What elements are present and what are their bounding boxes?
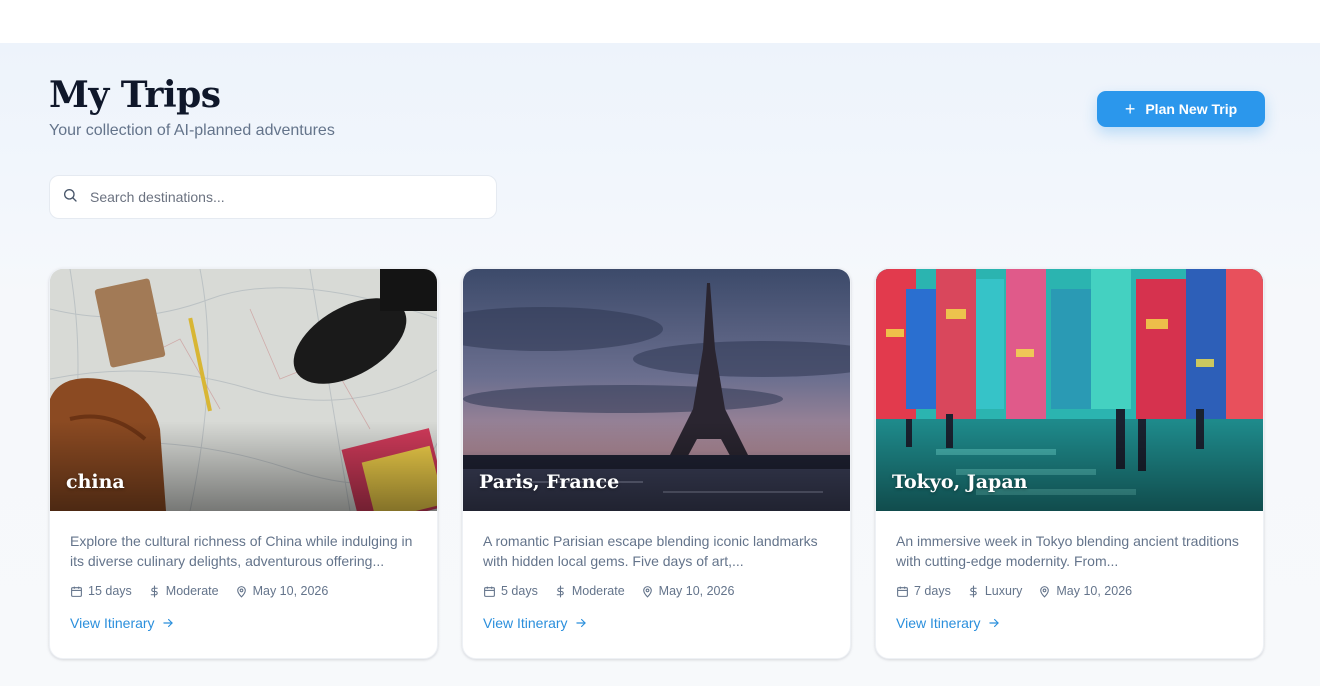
map-pin-icon bbox=[236, 585, 246, 598]
trip-cover-image: Paris, France bbox=[463, 269, 850, 511]
trip-duration: 15 days bbox=[70, 584, 132, 598]
map-pin-icon bbox=[642, 585, 652, 598]
calendar-icon bbox=[71, 586, 82, 597]
plan-new-trip-label: Plan New Trip bbox=[1145, 101, 1238, 117]
trip-date-text: May 10, 2026 bbox=[1056, 584, 1133, 598]
view-itinerary-label: View Itinerary bbox=[70, 615, 155, 631]
arrow-right-icon bbox=[162, 618, 173, 628]
dollar-icon bbox=[969, 585, 977, 597]
search-icon bbox=[62, 187, 78, 208]
trip-meta: 5 days Moderate May 10, 2026 bbox=[483, 584, 830, 598]
top-bar bbox=[0, 0, 1320, 43]
trip-duration-text: 7 days bbox=[914, 584, 951, 598]
arrow-right-icon bbox=[575, 618, 586, 628]
map-pin-icon bbox=[1040, 585, 1050, 598]
dollar-icon bbox=[150, 585, 158, 597]
trip-duration-text: 5 days bbox=[501, 584, 538, 598]
calendar-icon bbox=[897, 586, 908, 597]
trip-budget: Moderate bbox=[554, 584, 625, 598]
trip-card[interactable]: china Explore the cultural richness of C… bbox=[49, 268, 438, 659]
plus-icon: + bbox=[1124, 99, 1136, 119]
page-subtitle: Your collection of AI-planned adventures bbox=[49, 122, 335, 139]
trip-cover-image: china bbox=[50, 269, 437, 511]
view-itinerary-link[interactable]: View Itinerary bbox=[896, 615, 1001, 631]
arrow-right-icon bbox=[988, 618, 999, 628]
trip-duration: 5 days bbox=[483, 584, 538, 598]
trip-date-text: May 10, 2026 bbox=[252, 584, 329, 598]
trip-cover-image: Tokyo, Japan bbox=[876, 269, 1263, 511]
trip-description: An immersive week in Tokyo blending anci… bbox=[896, 533, 1239, 569]
trip-budget-text: Moderate bbox=[165, 584, 219, 598]
view-itinerary-link[interactable]: View Itinerary bbox=[70, 615, 175, 631]
trip-date-text: May 10, 2026 bbox=[658, 584, 735, 598]
trip-budget-text: Moderate bbox=[571, 584, 625, 598]
trip-card[interactable]: Paris, France A romantic Parisian escape… bbox=[462, 268, 851, 659]
plan-new-trip-button[interactable]: + Plan New Trip bbox=[1097, 91, 1265, 127]
trip-meta: 7 days Luxury May 10, 2026 bbox=[896, 584, 1243, 598]
search-box bbox=[49, 175, 497, 219]
calendar-icon bbox=[484, 586, 495, 597]
trip-description: A romantic Parisian escape blending icon… bbox=[483, 533, 818, 569]
trip-meta: 15 days Moderate May 10, 2026 bbox=[70, 584, 417, 598]
trip-description: Explore the cultural richness of China w… bbox=[70, 533, 413, 569]
trip-destination: Tokyo, Japan bbox=[892, 471, 1028, 493]
trip-date: May 10, 2026 bbox=[641, 584, 735, 598]
trip-card[interactable]: Tokyo, Japan An immersive week in Tokyo … bbox=[875, 268, 1264, 659]
view-itinerary-label: View Itinerary bbox=[483, 615, 568, 631]
main-content: My Trips Your collection of AI-planned a… bbox=[0, 43, 1320, 686]
trip-duration-text: 15 days bbox=[88, 584, 132, 598]
trip-budget: Luxury bbox=[967, 584, 1023, 598]
view-itinerary-label: View Itinerary bbox=[896, 615, 981, 631]
trip-budget: Moderate bbox=[148, 584, 219, 598]
search-input[interactable] bbox=[90, 189, 470, 205]
trip-destination: china bbox=[66, 471, 125, 493]
trip-duration: 7 days bbox=[896, 584, 951, 598]
view-itinerary-link[interactable]: View Itinerary bbox=[483, 615, 588, 631]
dollar-icon bbox=[556, 585, 564, 597]
page-title: My Trips bbox=[49, 74, 221, 116]
trip-budget-text: Luxury bbox=[984, 584, 1023, 598]
trip-date: May 10, 2026 bbox=[235, 584, 329, 598]
trip-destination: Paris, France bbox=[479, 471, 620, 493]
trip-date: May 10, 2026 bbox=[1038, 584, 1132, 598]
